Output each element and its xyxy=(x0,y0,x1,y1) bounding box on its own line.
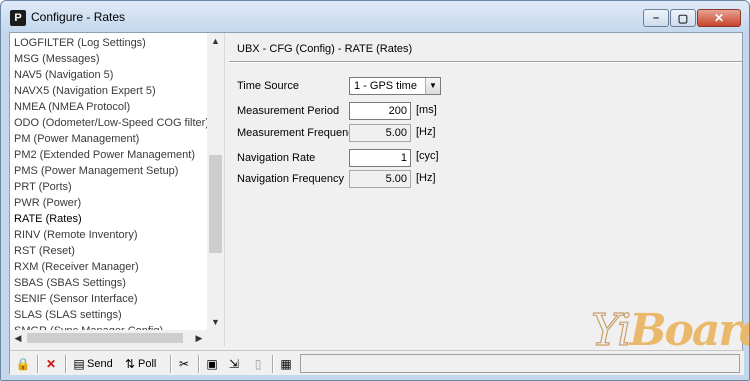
minimize-icon: – xyxy=(652,12,660,24)
watermark-logo: YiBoard xyxy=(590,304,749,367)
chevron-down-icon[interactable]: ▼ xyxy=(425,78,440,94)
configure-window: P Configure - Rates – ▢ ✕ LOGFILTER (Log… xyxy=(0,0,750,381)
toolbar-separator xyxy=(37,355,39,373)
list-item[interactable]: PM2 (Extended Power Management) xyxy=(14,147,195,163)
scroll-right-icon[interactable]: ▶ xyxy=(191,330,207,346)
measurement-period-field[interactable]: 200 xyxy=(349,102,411,120)
list-item[interactable]: RINV (Remote Inventory) xyxy=(14,227,137,243)
header-divider xyxy=(229,61,742,63)
poll-label: Poll xyxy=(138,358,157,370)
send-icon: ▤ xyxy=(73,357,85,371)
load-button[interactable]: ▣ xyxy=(204,355,220,373)
close-icon: ✕ xyxy=(713,11,725,25)
message-list[interactable]: LOGFILTER (Log Settings) MSG (Messages) … xyxy=(10,33,229,346)
vertical-scrollbar[interactable]: ▲ ▼ xyxy=(207,33,224,330)
scroll-left-icon[interactable]: ◀ xyxy=(10,330,26,346)
load-icon: ▣ xyxy=(206,357,218,371)
print-icon: ▦ xyxy=(280,357,292,371)
close-button[interactable]: ✕ xyxy=(697,9,741,27)
vertical-scroll-thumb[interactable] xyxy=(209,155,222,253)
rate-config-panel: UBX - CFG (Config) - RATE (Rates) Time S… xyxy=(229,33,742,346)
poll-button[interactable]: ⇅ Poll xyxy=(122,355,156,373)
navigation-rate-unit: [cyc] xyxy=(416,150,439,162)
list-item-selected[interactable]: RATE (Rates) xyxy=(14,211,82,227)
measurement-period-unit: [ms] xyxy=(416,104,437,116)
list-item[interactable]: MSG (Messages) xyxy=(14,51,100,67)
list-item[interactable]: PMS (Power Management Setup) xyxy=(14,163,178,179)
window-controls: – ▢ ✕ xyxy=(642,9,741,27)
revert-button[interactable]: ✕ xyxy=(43,355,59,373)
document-icon: ▯ xyxy=(254,357,262,371)
save-button[interactable]: ⇲ xyxy=(226,355,242,373)
list-item[interactable]: PWR (Power) xyxy=(14,195,81,211)
lock-icon: 🔒 xyxy=(15,357,31,371)
detail-header: UBX - CFG (Config) - RATE (Rates) xyxy=(237,43,413,55)
navigation-frequency-unit: [Hz] xyxy=(416,172,436,184)
list-item[interactable]: RST (Reset) xyxy=(14,243,75,259)
list-item[interactable]: NAVX5 (Navigation Expert 5) xyxy=(14,83,156,99)
device-info-button[interactable]: ▯ xyxy=(250,355,266,373)
horizontal-scroll-thumb[interactable] xyxy=(27,333,183,343)
horizontal-scrollbar[interactable]: ◀ ▶ xyxy=(10,330,207,346)
list-item[interactable]: PM (Power Management) xyxy=(14,131,139,147)
red-x-icon: ✕ xyxy=(45,357,57,371)
app-icon: P xyxy=(10,10,26,26)
navigation-frequency-label: Navigation Frequency xyxy=(237,173,345,185)
maximize-icon: ▢ xyxy=(677,13,689,25)
config-tool-icon: ✂ xyxy=(178,357,190,371)
toolbar-separator xyxy=(170,355,172,373)
maximize-button[interactable]: ▢ xyxy=(670,9,696,27)
time-source-value: 1 - GPS time xyxy=(354,80,417,92)
measurement-frequency-unit: [Hz] xyxy=(416,126,436,138)
time-source-select[interactable]: 1 - GPS time ▼ xyxy=(349,77,441,95)
time-source-label: Time Source xyxy=(237,80,299,92)
watermark-text: YiBoard xyxy=(590,304,749,356)
list-item[interactable]: SENIF (Sensor Interface) xyxy=(14,291,138,307)
list-item[interactable]: LOGFILTER (Log Settings) xyxy=(14,35,146,51)
navigation-frequency-field: 5.00 xyxy=(349,170,411,188)
lock-button[interactable]: 🔒 xyxy=(15,355,31,373)
send-label: Send xyxy=(87,358,113,370)
list-item[interactable]: NMEA (NMEA Protocol) xyxy=(14,99,130,115)
minimize-button[interactable]: – xyxy=(643,9,669,27)
navigation-rate-label: Navigation Rate xyxy=(237,152,316,164)
toolbar-separator xyxy=(198,355,200,373)
navigation-rate-field[interactable]: 1 xyxy=(349,149,411,167)
list-item[interactable]: RXM (Receiver Manager) xyxy=(14,259,139,275)
title-bar[interactable]: P Configure - Rates – ▢ ✕ xyxy=(1,1,749,31)
list-item[interactable]: PRT (Ports) xyxy=(14,179,72,195)
toolbar-separator xyxy=(272,355,274,373)
poll-icon: ⇅ xyxy=(124,357,136,371)
list-item[interactable]: SBAS (SBAS Settings) xyxy=(14,275,126,291)
scrollbar-corner xyxy=(207,330,224,346)
list-item[interactable]: NAV5 (Navigation 5) xyxy=(14,67,113,83)
scroll-up-icon[interactable]: ▲ xyxy=(207,33,224,49)
scroll-down-icon[interactable]: ▼ xyxy=(207,314,224,330)
list-item[interactable]: ODO (Odometer/Low-Speed COG filter) xyxy=(14,115,209,131)
window-title: Configure - Rates xyxy=(31,10,126,24)
config-tool-button[interactable]: ✂ xyxy=(176,355,192,373)
measurement-frequency-label: Measurement Frequency xyxy=(237,127,360,139)
list-item[interactable]: SLAS (SLAS settings) xyxy=(14,307,122,323)
measurement-frequency-field: 5.00 xyxy=(349,124,411,142)
print-button[interactable]: ▦ xyxy=(278,355,294,373)
send-button[interactable]: ▤ Send xyxy=(71,355,113,373)
measurement-period-label: Measurement Period xyxy=(237,105,340,117)
toolbar-separator xyxy=(65,355,67,373)
save-icon: ⇲ xyxy=(228,357,240,371)
